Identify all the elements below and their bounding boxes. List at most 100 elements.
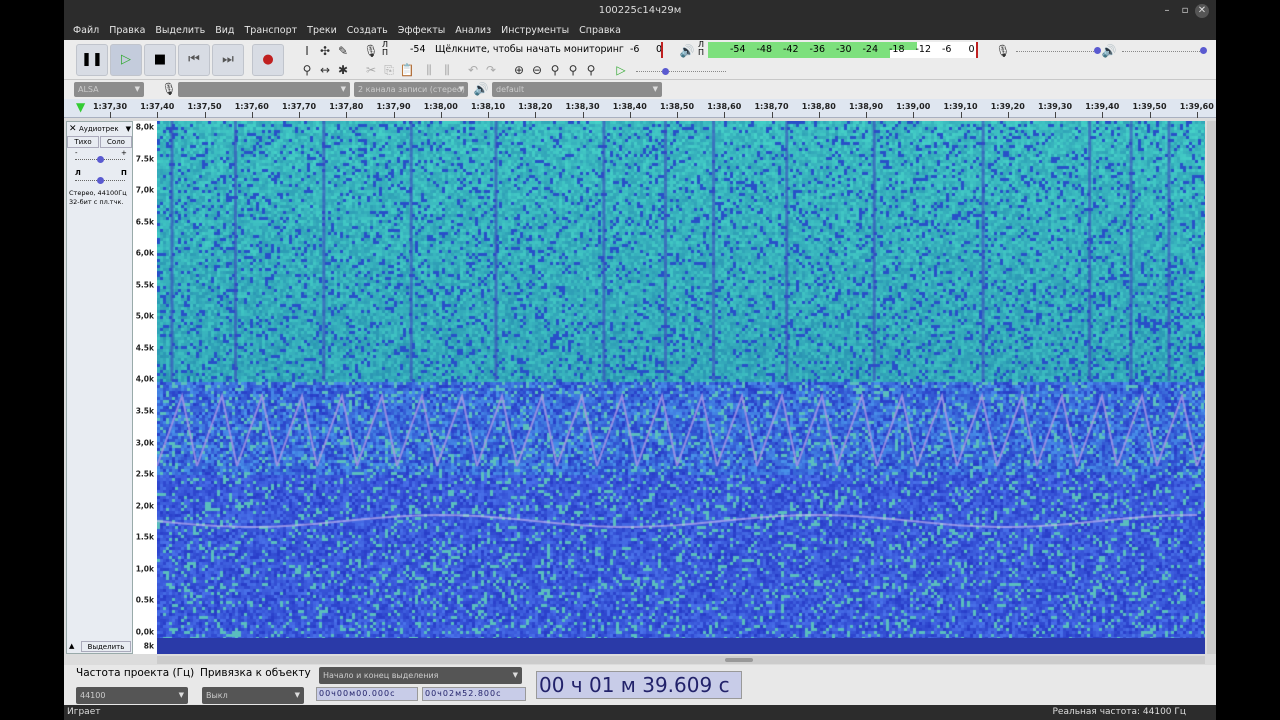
recording-device-select[interactable]: ▼ [178, 82, 350, 97]
ruler-label: 1:37,30 [92, 102, 128, 111]
record-button[interactable]: ● [252, 44, 284, 76]
ruler-label: 1:38,00 [423, 102, 458, 111]
gain-thumb[interactable] [97, 156, 104, 163]
frequency-label: 3.5k [135, 406, 154, 416]
record-volume-slider[interactable] [1016, 51, 1098, 52]
zoom-toggle-icon[interactable]: ⚲ [582, 61, 600, 79]
menu-bar: Файл Правка Выделить Вид Транспорт Треки Созда… [64, 22, 1216, 40]
meter-tick: -42 [783, 44, 799, 55]
solo-button[interactable]: Соло [100, 136, 132, 148]
audio-position-time[interactable]: 00 ч 01 м 39.609 с [536, 671, 742, 699]
snap-select[interactable]: Выкл ▼ [202, 687, 304, 704]
menu-9[interactable]: Инструменты [496, 22, 574, 40]
ruler-label: 1:38,80 [801, 102, 836, 111]
frequency-label: 1.5k [135, 532, 154, 542]
selection-tool-icon[interactable]: I [298, 42, 316, 60]
select-track-button[interactable]: Выделить [81, 641, 131, 652]
play-meter-channels: Л П [698, 40, 705, 57]
frequency-label: 3,0k [135, 438, 154, 447]
frequency-label: 0.5k [135, 595, 154, 605]
menu-4[interactable]: Транспорт [239, 22, 302, 40]
skip-start-button[interactable]: ⏮ [178, 44, 210, 76]
ruler-tick [913, 112, 915, 118]
playback-volume-slider[interactable] [1122, 51, 1204, 52]
channels-select[interactable]: 2 канала записи (стерео) ▼ [354, 82, 468, 97]
record-meter-hint[interactable]: Щёлкните, чтобы начать мониторинг [435, 44, 624, 55]
ruler-label: 1:38,40 [612, 102, 647, 111]
close-button[interactable]: ✕ [1195, 4, 1209, 18]
record-clip-indicator [661, 42, 663, 58]
multi-tool-icon[interactable]: ✱ [334, 61, 352, 79]
vertical-scrollbar[interactable] [1207, 121, 1216, 654]
playback-meter[interactable]: -54 -48 -42 -36 -30 -24 -18 -12 -6 0 [708, 42, 976, 58]
skip-end-button[interactable]: ⏭ [212, 44, 244, 76]
mute-button[interactable]: Тихо [67, 136, 99, 148]
zoom-tool-icon[interactable]: ⚲ [298, 61, 316, 79]
horizontal-scrollbar[interactable] [157, 656, 1205, 664]
pan-thumb[interactable] [97, 177, 104, 184]
playback-volume-thumb[interactable] [1200, 47, 1207, 54]
menu-5[interactable]: Треки [302, 22, 342, 40]
play-speed-slider[interactable] [636, 71, 726, 72]
play-at-speed-icon[interactable]: ▷ [612, 61, 630, 79]
menu-8[interactable]: Анализ [450, 22, 496, 40]
ruler-label: 1:38,10 [470, 102, 506, 111]
play-speed-thumb[interactable] [662, 68, 669, 75]
fit-project-icon[interactable]: ⚲ [564, 61, 582, 79]
redo-icon[interactable]: ↷ [482, 61, 500, 79]
pan-left-label: Л [75, 169, 81, 177]
draw-tool-icon[interactable]: ✎ [334, 42, 352, 60]
ruler-tick [1102, 112, 1104, 118]
ruler-label: 1:39,60 [1179, 102, 1214, 111]
trim-icon[interactable]: ⫼ [420, 61, 438, 79]
ruler-tick [960, 112, 962, 118]
copy-icon[interactable]: ⎘ [380, 61, 398, 79]
paste-icon[interactable]: 📋 [398, 61, 416, 79]
meter-tick: -48 [756, 44, 773, 55]
menu-1[interactable]: Правка [104, 22, 150, 40]
selection-start-time[interactable]: 00ч00м00.000с [316, 687, 418, 701]
ruler-tick [629, 112, 631, 118]
play-button[interactable]: ▷ [110, 44, 142, 76]
close-track-icon[interactable]: ✕ [69, 124, 77, 134]
selection-end-time[interactable]: 00ч02м52.800с [422, 687, 526, 701]
zoom-out-icon[interactable]: ⊖ [528, 61, 546, 79]
record-meter-channels: Л П [382, 40, 389, 57]
ruler-label: 1:37,40 [140, 102, 175, 111]
ruler-tick [299, 112, 300, 118]
horizontal-scroll-thumb[interactable] [725, 658, 753, 662]
menu-0[interactable]: Файл [68, 22, 104, 40]
ruler-label: 1:38,70 [754, 102, 789, 111]
ruler-label: 1:38,20 [518, 102, 553, 111]
pause-button[interactable]: ❚❚ [76, 44, 108, 76]
menu-7[interactable]: Эффекты [393, 22, 451, 40]
zoom-in-icon[interactable]: ⊕ [510, 61, 528, 79]
host-select[interactable]: ALSA ▼ [74, 82, 144, 97]
play-head-triangle-icon[interactable]: ▼ [76, 101, 85, 113]
spectrogram[interactable] [157, 121, 1205, 638]
minimize-button[interactable]: – [1160, 4, 1174, 18]
silence-icon[interactable]: ⫼ [438, 61, 456, 79]
project-rate-select[interactable]: 44100 ▼ [76, 687, 188, 704]
track-name-menu[interactable]: Аудиотрек ▼ [79, 124, 131, 135]
selection-mode-select[interactable]: Начало и конец выделения ▼ [319, 667, 522, 684]
maximize-button[interactable]: ▫ [1178, 4, 1192, 18]
ruler-label: 1:39,00 [896, 102, 931, 111]
collapse-track-icon[interactable]: ▲ [69, 642, 74, 650]
actual-rate-text: Реальная частота: 44100 Гц [1052, 707, 1187, 717]
menu-3[interactable]: Вид [210, 22, 239, 40]
timeline-ruler[interactable]: ▼ 1:37,30 1:37,40 1:37,50 1:37,60 1:37,70 1:3… [64, 99, 1216, 118]
cut-icon[interactable]: ✂ [362, 61, 380, 79]
menu-10[interactable]: Справка [574, 22, 626, 40]
envelope-tool-icon[interactable]: ✣ [316, 42, 334, 60]
fit-selection-icon[interactable]: ⚲ [546, 61, 564, 79]
menu-2[interactable]: Выделить [150, 22, 210, 40]
ruler-tick [818, 112, 820, 118]
ruler-tick [110, 112, 111, 118]
stop-button[interactable]: ■ [144, 44, 176, 76]
timeshift-tool-icon[interactable]: ↔ [316, 61, 334, 79]
playback-device-select[interactable]: default ▼ [492, 82, 662, 97]
frequency-label: 5,0k [135, 311, 154, 321]
undo-icon[interactable]: ↶ [464, 61, 482, 79]
menu-6[interactable]: Создать [342, 22, 393, 40]
